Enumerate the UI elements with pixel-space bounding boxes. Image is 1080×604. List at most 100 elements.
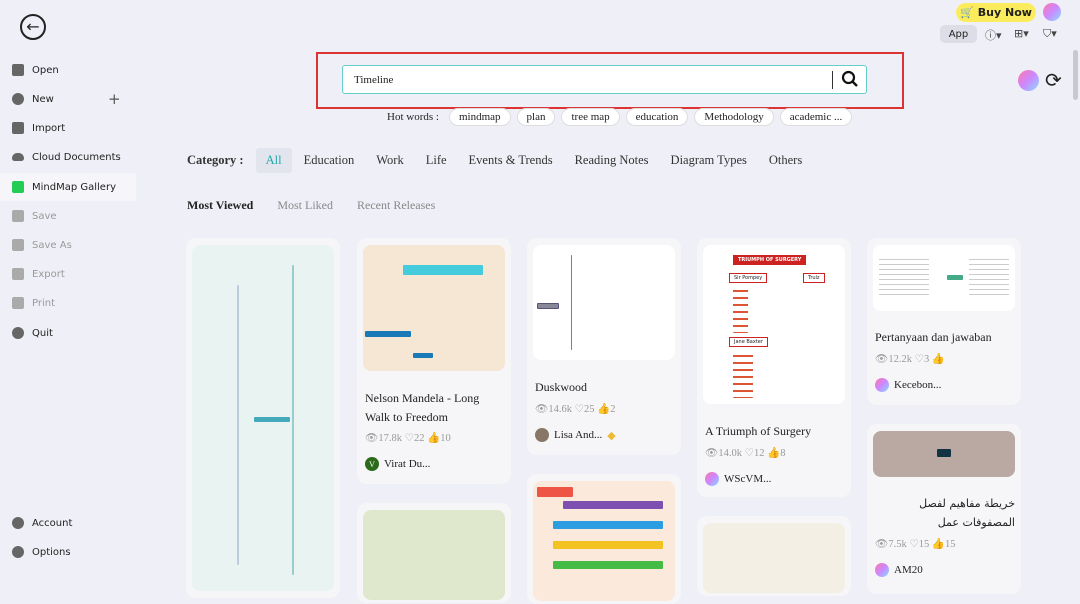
buy-now-button[interactable]: 🛒 Buy Now <box>956 3 1036 22</box>
gallery-card[interactable] <box>697 516 851 596</box>
arrow-left-icon: ← <box>26 17 40 36</box>
search-input[interactable]: Timeline <box>342 65 867 94</box>
hot-word-chip[interactable]: mindmap <box>448 108 511 126</box>
save-icon <box>12 210 24 222</box>
gallery-icon <box>12 181 24 193</box>
app-button[interactable]: App <box>940 25 977 43</box>
sidebar-item-mindmap-gallery[interactable]: MindMap Gallery <box>0 173 136 201</box>
gallery-card[interactable]: خريطة مفاهيم لفصل المصفوفات عمل 👁7.5k ♡1… <box>867 424 1021 594</box>
gallery-card[interactable]: Nelson Mandela - Long Walk to Freedom 👁1… <box>357 238 511 484</box>
gallery-card[interactable] <box>527 474 681 604</box>
category-diagram-types[interactable]: Diagram Types <box>671 153 747 168</box>
sidebar-item-cloud-documents[interactable]: Cloud Documents <box>0 143 136 171</box>
gallery-card[interactable]: Duskwood 👁14.6k ♡25 👍2 Lisa And... ◆ <box>527 238 681 455</box>
back-button[interactable]: ← <box>20 14 46 40</box>
account-icon <box>12 517 24 529</box>
import-icon <box>12 122 24 134</box>
tab-most-viewed[interactable]: Most Viewed <box>187 198 253 213</box>
card-thumbnail <box>873 431 1015 477</box>
card-author[interactable]: AM20 <box>875 563 923 577</box>
hot-word-chip[interactable]: tree map <box>561 108 620 126</box>
category-reading-notes[interactable]: Reading Notes <box>575 153 649 168</box>
card-author[interactable]: V Virat Du... <box>365 457 430 471</box>
category-label: Category : <box>187 153 244 167</box>
sort-tabs: Most Viewed Most Liked Recent Releases <box>187 198 435 213</box>
card-thumbnail <box>533 481 675 601</box>
sidebar-item-account[interactable]: Account <box>0 509 136 537</box>
divider <box>832 71 833 89</box>
sidebar-item-save[interactable]: Save <box>0 202 136 230</box>
author-avatar <box>875 378 889 392</box>
gallery-card[interactable] <box>186 238 340 598</box>
plus-circle-icon <box>12 93 24 105</box>
card-author[interactable]: WScVM... <box>705 472 771 486</box>
sidebar-item-import[interactable]: Import <box>0 114 136 142</box>
category-work[interactable]: Work <box>376 153 403 168</box>
gallery-card[interactable]: TRIUMPH OF SURGERY Sir Pompey Trulz Jane… <box>697 238 851 497</box>
tab-most-liked[interactable]: Most Liked <box>277 198 333 213</box>
vip-badge-icon: ◆ <box>607 429 616 442</box>
card-thumbnail: TRIUMPH OF SURGERY Sir Pompey Trulz Jane… <box>703 245 845 404</box>
save-as-icon <box>12 239 24 251</box>
category-events-trends[interactable]: Events & Trends <box>469 153 553 168</box>
sidebar-item-label: Account <box>32 517 73 529</box>
card-thumbnail <box>873 245 1015 311</box>
hot-word-chip[interactable]: plan <box>516 108 556 126</box>
card-author[interactable]: Lisa And... ◆ <box>535 428 616 442</box>
user-avatar[interactable] <box>1043 3 1061 21</box>
grid-icon[interactable]: ⊞▾ <box>1014 27 1029 40</box>
card-author[interactable]: Kecebon... <box>875 378 941 392</box>
shirt-icon[interactable]: ⛉▾ <box>1043 27 1057 41</box>
sidebar-item-quit[interactable]: Quit <box>0 319 136 347</box>
card-stats: 👁14.6k ♡25 👍2 <box>535 404 616 415</box>
category-life[interactable]: Life <box>426 153 447 168</box>
sidebar-item-new[interactable]: New + <box>0 85 136 113</box>
card-thumbnail <box>363 245 505 371</box>
sidebar-item-print[interactable]: Print <box>0 289 136 317</box>
card-thumbnail <box>703 523 845 593</box>
hot-word-chip[interactable]: education <box>625 108 689 126</box>
hot-words: Hot words : mindmap plan tree map educat… <box>387 108 853 126</box>
sidebar-item-save-as[interactable]: Save As <box>0 231 136 259</box>
sidebar-item-export[interactable]: Export <box>0 260 136 288</box>
sidebar-item-open[interactable]: Open <box>0 56 136 84</box>
minus-circle-icon <box>12 327 24 339</box>
sidebar-item-label: Print <box>32 297 56 309</box>
card-title: Duskwood <box>535 380 588 394</box>
card-stats: 👁7.5k ♡15 👍15 <box>875 539 956 550</box>
plus-icon[interactable]: + <box>108 90 121 108</box>
card-stats: 👁12.2k ♡3 👍 <box>875 354 945 365</box>
buy-now-label: Buy Now <box>977 6 1032 19</box>
sidebar-item-label: Import <box>32 122 66 134</box>
category-others[interactable]: Others <box>769 153 802 168</box>
gallery-card[interactable] <box>357 503 511 603</box>
hot-word-chip[interactable]: academic ... <box>779 108 853 126</box>
card-title: خريطة مفاهيم لفصل المصفوفات عمل <box>919 497 1015 529</box>
gear-icon <box>12 546 24 558</box>
hot-words-label: Hot words : <box>387 111 439 123</box>
card-title: Nelson Mandela - Long Walk to Freedom <box>365 391 480 424</box>
profile-avatar[interactable] <box>1018 70 1039 91</box>
cloud-icon <box>12 153 24 161</box>
hot-word-chip[interactable]: Methodology <box>694 108 774 126</box>
card-thumbnail <box>192 245 334 591</box>
help-icon[interactable]: ⓘ▾ <box>985 27 1002 43</box>
author-avatar <box>875 563 889 577</box>
category-education[interactable]: Education <box>304 153 355 168</box>
sidebar-item-label: Options <box>32 546 71 558</box>
card-thumbnail <box>533 245 675 360</box>
tab-recent-releases[interactable]: Recent Releases <box>357 198 435 213</box>
card-title: Pertanyaan dan jawaban <box>875 330 992 344</box>
sidebar-item-label: Quit <box>32 327 53 339</box>
search-icon[interactable] <box>841 70 859 88</box>
print-icon <box>12 297 24 309</box>
gallery-card[interactable]: Pertanyaan dan jawaban 👁12.2k ♡3 👍 Keceb… <box>867 238 1021 405</box>
sidebar-item-options[interactable]: Options <box>0 538 136 566</box>
refresh-icon[interactable]: ⟳ <box>1045 68 1062 92</box>
category-all[interactable]: All <box>255 148 292 173</box>
sidebar-item-label: Save As <box>32 239 72 251</box>
card-thumbnail <box>363 510 505 600</box>
scrollbar[interactable] <box>1073 50 1078 100</box>
author-avatar <box>705 472 719 486</box>
sidebar-item-label: Export <box>32 268 65 280</box>
